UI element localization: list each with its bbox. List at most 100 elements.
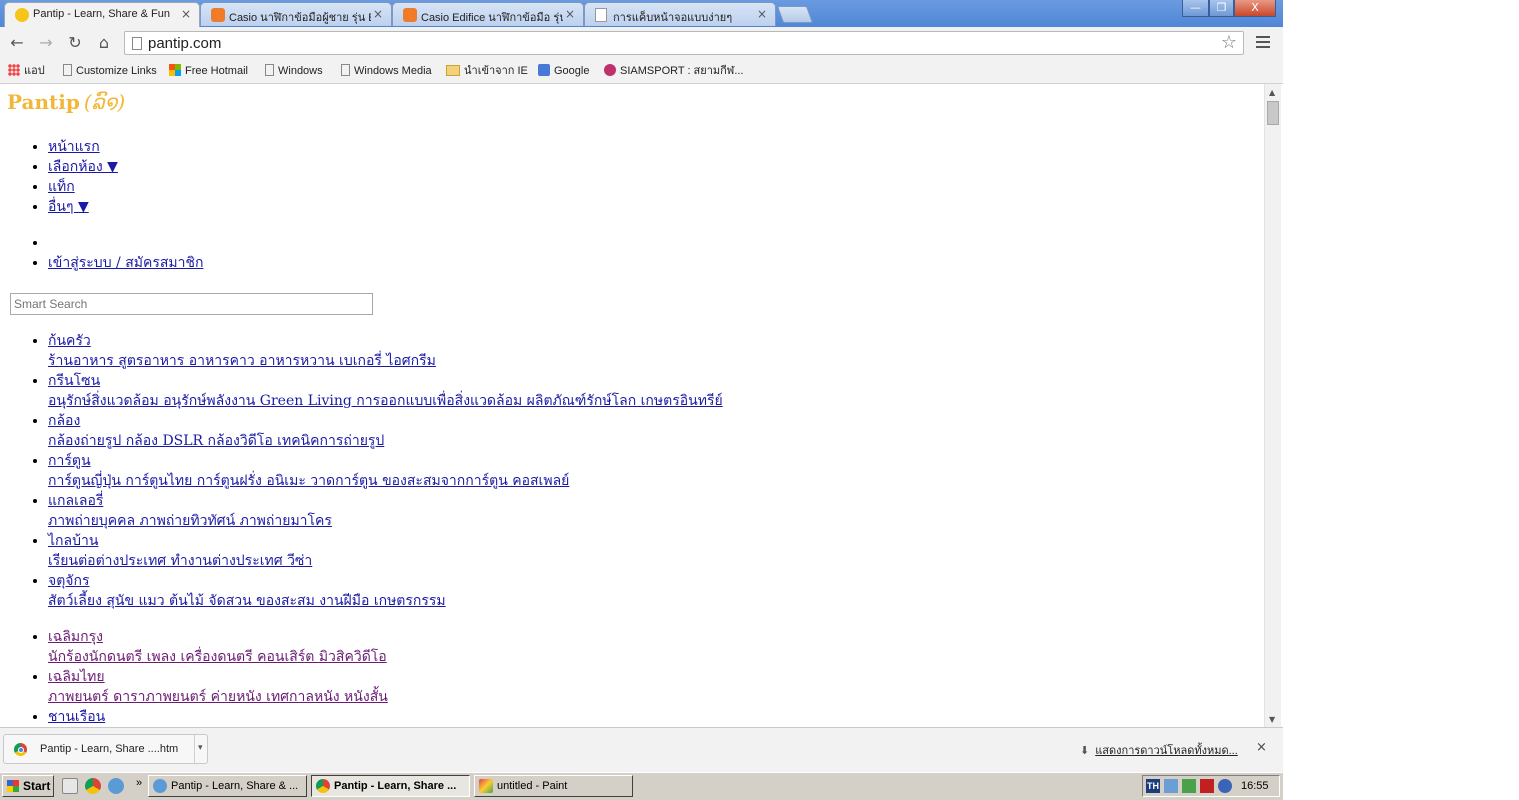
page-icon bbox=[341, 64, 350, 76]
bookmark-free-hotmail[interactable]: Free Hotmail bbox=[169, 63, 248, 79]
home-icon[interactable]: ⌂ bbox=[94, 33, 114, 53]
tab-title: การแค็บหน้าจอแบบง่ายๆ bbox=[613, 12, 733, 24]
close-tab-icon[interactable]: × bbox=[565, 7, 575, 21]
nav-tags-link[interactable]: แท็ก bbox=[48, 179, 75, 195]
show-all-downloads-link[interactable]: ⬇ แสดงการดาวน์โหลดทั้งหมด... bbox=[1080, 741, 1238, 759]
bookmark-label: Windows Media bbox=[354, 65, 432, 77]
login-register-link[interactable]: เข้าสู่ระบบ / สมัครสมาชิก bbox=[48, 255, 203, 271]
room-desc-link[interactable]: ภาพยนตร์ ดาราภาพยนตร์ ค่ายหนัง เทศกาลหนั… bbox=[48, 689, 388, 705]
room-item: เฉลิมไทยภาพยนตร์ ดาราภาพยนตร์ ค่ายหนัง เ… bbox=[48, 667, 723, 707]
ie-icon[interactable] bbox=[108, 778, 124, 794]
close-shelf-icon[interactable]: × bbox=[1256, 740, 1267, 755]
scroll-thumb[interactable] bbox=[1267, 101, 1279, 125]
taskbar-button-label: Pantip - Learn, Share ... bbox=[334, 780, 457, 792]
close-tab-icon[interactable]: × bbox=[373, 7, 383, 21]
chrome-icon[interactable] bbox=[85, 778, 101, 794]
scroll-down-icon[interactable]: ▼ bbox=[1269, 715, 1275, 724]
windows-flag-icon bbox=[7, 780, 19, 792]
logo-mark: (ລົ໑) bbox=[83, 90, 126, 114]
browser-window: Pantip - Learn, Share & Fun × Casio นาฬิ… bbox=[0, 0, 1283, 772]
smart-search-input[interactable] bbox=[10, 293, 373, 315]
close-tab-icon[interactable]: × bbox=[757, 7, 767, 21]
room-name-link[interactable]: เฉลิมกรุง bbox=[48, 629, 103, 645]
taskbar-button-chrome-pantip[interactable]: Pantip - Learn, Share ... bbox=[311, 775, 470, 797]
room-name-link[interactable]: แกลเลอรี่ bbox=[48, 493, 103, 509]
tab-casio-1[interactable]: Casio นาฬิกาข้อมือผู้ชาย รุ่น Ed × bbox=[200, 2, 392, 26]
address-bar[interactable]: pantip.com ☆ bbox=[124, 31, 1244, 55]
nav-others-link[interactable]: อื่นๆ ▼ bbox=[48, 199, 89, 215]
room-name-link[interactable]: กล้อง bbox=[48, 413, 80, 429]
room-desc-link[interactable]: ร้านอาหาร สูตรอาหาร อาหารคาว อาหารหวาน เ… bbox=[48, 353, 436, 369]
download-item[interactable]: Pantip - Learn, Share ....htm ▾ bbox=[3, 734, 208, 764]
bookmark-label: แอป bbox=[24, 65, 45, 77]
room-name-link[interactable]: จตุจักร bbox=[48, 573, 90, 589]
logo-text: Pantip bbox=[7, 90, 80, 114]
room-item: กล้องกล้องถ่ายรูป กล้อง DSLR กล้องวิดีโอ… bbox=[48, 411, 723, 451]
start-button[interactable]: Start bbox=[2, 775, 54, 797]
bookmark-customize-links[interactable]: Customize Links bbox=[63, 63, 157, 79]
minimize-button[interactable]: — bbox=[1182, 0, 1209, 17]
tab-pantip[interactable]: Pantip - Learn, Share & Fun × bbox=[4, 2, 200, 27]
new-tab-button[interactable] bbox=[776, 6, 814, 23]
taskbar-button-ie-pantip[interactable]: Pantip - Learn, Share & ... bbox=[148, 775, 307, 797]
page-scrollbar[interactable]: ▲ ▼ bbox=[1264, 84, 1281, 727]
download-arrow-icon: ⬇ bbox=[1080, 745, 1090, 757]
bookmark-siamsport[interactable]: SIAMSPORT : สยามกีฬ... bbox=[604, 63, 744, 79]
room-name-link[interactable]: ก้นครัว bbox=[48, 333, 91, 349]
tab-casio-2[interactable]: Casio Edifice นาฬิกาข้อมือ รุ่น × bbox=[392, 2, 584, 26]
pantip-favicon-icon bbox=[15, 8, 29, 22]
back-arrow-icon[interactable]: ← bbox=[7, 33, 27, 53]
security-icon[interactable] bbox=[1182, 779, 1196, 793]
room-name-link[interactable]: ไกลบ้าน bbox=[48, 533, 98, 549]
room-item: เฉลิมกรุงนักร้องนักดนตรี เพลง เครื่องดนต… bbox=[48, 627, 723, 667]
bookmark-star-icon[interactable]: ☆ bbox=[1221, 32, 1237, 53]
room-desc-link[interactable]: นักร้องนักดนตรี เพลง เครื่องดนตรี คอนเสิ… bbox=[48, 649, 387, 665]
room-desc-link[interactable]: สัตว์เลี้ยง สุนัข แมว ต้นไม้ จัดสวน ของส… bbox=[48, 593, 446, 609]
room-desc-link[interactable]: ภาพถ่ายบุคคล ภาพถ่ายทิวทัศน์ ภาพถ่ายมาโค… bbox=[48, 513, 332, 529]
chrome-icon bbox=[316, 779, 330, 793]
bookmarks-bar: แอป Customize Links Free Hotmail Windows… bbox=[0, 59, 1283, 84]
start-label: Start bbox=[23, 779, 51, 793]
room-desc-link[interactable]: เรียนต่อต่างประเทศ ทำงานต่างประเทศ วีซ่า bbox=[48, 553, 312, 569]
bookmark-windows-media[interactable]: Windows Media bbox=[341, 63, 432, 79]
scroll-up-icon[interactable]: ▲ bbox=[1269, 88, 1275, 97]
show-desktop-icon[interactable] bbox=[62, 778, 78, 794]
language-indicator[interactable]: TH bbox=[1146, 779, 1160, 793]
bookmark-import-ie[interactable]: นำเข้าจาก IE bbox=[446, 63, 528, 79]
pantip-logo[interactable]: Pantip (ລົ໑) bbox=[7, 90, 125, 114]
bluetooth-icon[interactable] bbox=[1218, 779, 1232, 793]
taskbar-button-paint[interactable]: untitled - Paint bbox=[474, 775, 633, 797]
paint-icon bbox=[479, 779, 493, 793]
network-icon[interactable] bbox=[1164, 779, 1178, 793]
nav-home-link[interactable]: หน้าแรก bbox=[48, 139, 100, 155]
room-desc-link[interactable]: อนุรักษ์สิ่งแวดล้อม อนุรักษ์พลังงาน Gree… bbox=[48, 393, 723, 409]
room-name-link[interactable]: กรีนโซน bbox=[48, 373, 100, 389]
chrome-menu-icon[interactable] bbox=[1256, 33, 1270, 51]
room-name-link[interactable]: ชานเรือน bbox=[48, 709, 105, 725]
bookmark-apps[interactable]: แอป bbox=[8, 63, 45, 79]
restore-button[interactable]: ❐ bbox=[1209, 0, 1234, 17]
room-item: การ์ตูนการ์ตูนญี่ปุ่น การ์ตูนไทย การ์ตูน… bbox=[48, 451, 723, 491]
room-list: ก้นครัวร้านอาหาร สูตรอาหาร อาหารคาว อาหา… bbox=[28, 331, 723, 727]
tab-strip: Pantip - Learn, Share & Fun × Casio นาฬิ… bbox=[0, 0, 1283, 27]
bookmark-windows[interactable]: Windows bbox=[265, 63, 323, 79]
show-all-label: แสดงการดาวน์โหลดทั้งหมด... bbox=[1095, 745, 1238, 757]
close-tab-icon[interactable]: × bbox=[181, 7, 191, 21]
bookmark-label: SIAMSPORT : สยามกีฬ... bbox=[620, 65, 744, 77]
room-desc-link[interactable]: การ์ตูนญี่ปุ่น การ์ตูนไทย การ์ตูนฝรั่ง อ… bbox=[48, 473, 569, 489]
chevron-down-icon[interactable]: ▾ bbox=[198, 742, 203, 753]
nav-item: แท็ก bbox=[48, 177, 118, 197]
room-name-link[interactable]: การ์ตูน bbox=[48, 453, 91, 469]
taskbar-button-label: untitled - Paint bbox=[497, 780, 568, 792]
nav-choose-room-link[interactable]: เลือกห้อง ▼ bbox=[48, 159, 118, 175]
room-desc-link[interactable]: กล้องถ่ายรูป กล้อง DSLR กล้องวิดีโอ เทคน… bbox=[48, 433, 384, 449]
reload-icon[interactable]: ↻ bbox=[65, 33, 85, 53]
bookmark-google[interactable]: Google bbox=[538, 63, 589, 79]
room-name-link[interactable]: เฉลิมไทย bbox=[48, 669, 105, 685]
antivirus-icon[interactable] bbox=[1200, 779, 1214, 793]
main-nav: หน้าแรก เลือกห้อง ▼ แท็ก อื่นๆ ▼ bbox=[28, 137, 118, 217]
tab-screen-capture[interactable]: การแค็บหน้าจอแบบง่ายๆ × bbox=[584, 2, 776, 26]
quicklaunch-more-icon[interactable]: » bbox=[136, 777, 142, 789]
close-window-button[interactable]: X bbox=[1234, 0, 1276, 17]
forward-arrow-icon[interactable]: → bbox=[36, 33, 56, 53]
